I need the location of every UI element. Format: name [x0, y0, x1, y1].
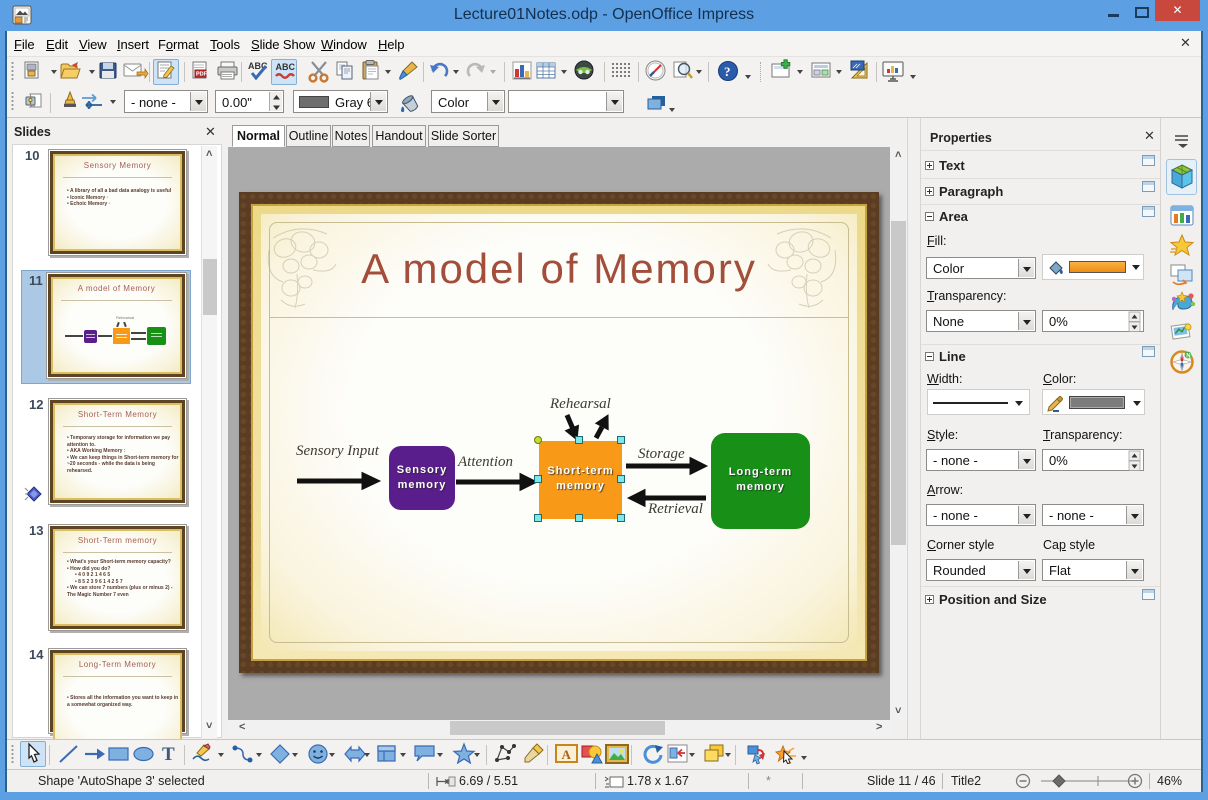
svg-text:A: A [562, 747, 572, 762]
svg-text:?: ? [724, 64, 731, 79]
svg-text:N: N [1186, 353, 1190, 359]
svg-text:T: T [162, 744, 175, 765]
svg-text:ABC: ABC [276, 62, 296, 72]
svg-text:PDF: PDF [196, 72, 208, 78]
